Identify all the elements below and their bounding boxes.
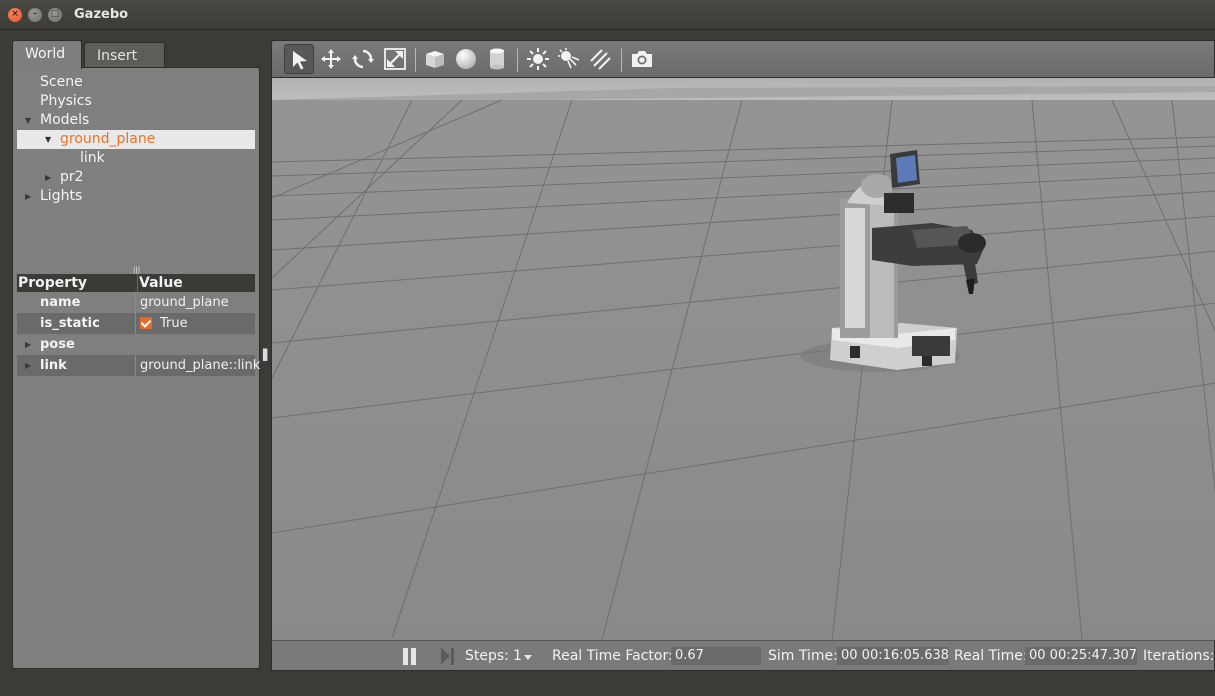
- tree-item-label: link: [80, 150, 105, 166]
- expand-right-icon[interactable]: ▶: [25, 334, 31, 355]
- toolbar-separator: [517, 48, 518, 72]
- ground-plane: [272, 100, 1215, 640]
- scale-icon: [384, 48, 406, 70]
- tree-item-pr2[interactable]: ▶ pr2: [17, 168, 255, 187]
- property-table-header: Property Value: [17, 274, 255, 292]
- sphere-icon: [456, 49, 476, 69]
- steps-label: Steps:: [465, 648, 509, 664]
- toolbar-separator: [621, 48, 622, 72]
- camera-icon: [632, 51, 652, 67]
- property-row-is-static[interactable]: is_static True: [17, 313, 255, 334]
- box-icon: [426, 51, 444, 68]
- rotate-icon: [352, 49, 374, 69]
- cylinder-icon: [490, 48, 504, 70]
- property-key: name: [40, 295, 81, 310]
- checkbox-label: True: [160, 316, 188, 331]
- sim-time-label: Sim Time:: [768, 648, 838, 664]
- tab-insert[interactable]: Insert: [84, 42, 165, 68]
- tree-item-label: Models: [40, 112, 90, 128]
- scene-render: [272, 78, 1215, 640]
- window-minimize-icon[interactable]: –: [28, 8, 42, 22]
- select-mode-button[interactable]: [284, 44, 314, 74]
- is-static-checkbox[interactable]: [140, 317, 152, 329]
- property-key: link: [40, 358, 67, 373]
- pause-icon[interactable]: [402, 648, 418, 665]
- tree-item-label: Lights: [40, 188, 83, 204]
- property-table: ||| Property Value name ground_plane is_…: [17, 267, 260, 376]
- steps-dropdown-icon[interactable]: [524, 655, 532, 660]
- insert-directional-light-button[interactable]: [585, 44, 615, 74]
- real-time-factor-field: 0.67: [671, 647, 761, 665]
- property-key: pose: [40, 337, 75, 352]
- column-header-property[interactable]: Property: [18, 274, 87, 292]
- property-row-link[interactable]: ▶ link ground_plane::link: [17, 355, 260, 376]
- point-light-icon: [527, 48, 549, 70]
- tree-item-ground-plane[interactable]: ▼ ground_plane: [17, 130, 255, 149]
- rotate-mode-button[interactable]: [348, 44, 378, 74]
- column-splitter-handle[interactable]: |||: [133, 267, 141, 274]
- tree-item-label: ground_plane: [60, 131, 156, 147]
- directional-light-icon: [590, 49, 611, 70]
- simulation-status-bar: Steps: 1 Real Time Factor: 0.67 Sim Time…: [271, 640, 1215, 671]
- spot-light-icon: [558, 48, 580, 69]
- steps-value[interactable]: 1: [513, 641, 522, 671]
- real-time-field: 00 00:25:47.307: [1025, 647, 1137, 665]
- property-value: ground_plane: [135, 292, 255, 313]
- expand-right-icon[interactable]: ▶: [25, 187, 35, 206]
- sim-time-field: 00 00:16:05.638: [837, 647, 949, 665]
- tree-item-physics[interactable]: Physics: [17, 92, 255, 111]
- insert-sphere-button[interactable]: [451, 44, 481, 74]
- tree-item-models[interactable]: ▼ Models: [17, 111, 255, 130]
- real-time-label: Real Time:: [954, 648, 1028, 664]
- property-value: ground_plane::link: [135, 355, 260, 376]
- select-arrow-icon: [293, 51, 307, 70]
- window-maximize-icon[interactable]: □: [48, 8, 62, 22]
- iterations-label: Iterations:: [1143, 648, 1215, 664]
- expand-down-icon[interactable]: ▼: [45, 130, 55, 149]
- scale-mode-button[interactable]: [380, 44, 410, 74]
- window-title: Gazebo: [74, 7, 129, 22]
- world-tree: Scene Physics ▼ Models ▼ ground_plane li…: [17, 73, 255, 206]
- translate-mode-button[interactable]: [316, 44, 346, 74]
- tree-item-label: Physics: [40, 93, 92, 109]
- tree-item-label: Scene: [40, 74, 83, 90]
- property-value: True: [135, 313, 255, 334]
- insert-box-button[interactable]: [420, 44, 450, 74]
- world-panel: Scene Physics ▼ Models ▼ ground_plane li…: [12, 67, 260, 669]
- step-forward-icon[interactable]: [440, 648, 456, 665]
- toolbar-separator: [415, 48, 416, 72]
- insert-spot-light-button[interactable]: [554, 44, 584, 74]
- expand-right-icon[interactable]: ▶: [45, 168, 55, 187]
- tab-world[interactable]: World: [12, 40, 82, 69]
- insert-cylinder-button[interactable]: [482, 44, 512, 74]
- property-row-pose[interactable]: ▶ pose: [17, 334, 255, 355]
- tree-item-lights[interactable]: ▶ Lights: [17, 187, 255, 206]
- tree-item-label: pr2: [60, 169, 84, 185]
- window-close-icon[interactable]: ×: [8, 8, 22, 22]
- column-header-value[interactable]: Value: [137, 274, 183, 292]
- insert-point-light-button[interactable]: [523, 44, 553, 74]
- window-titlebar: × – □ Gazebo: [0, 0, 1215, 30]
- panel-splitter-handle[interactable]: ▪ ▪ ▪: [262, 347, 268, 364]
- property-row-name[interactable]: name ground_plane: [17, 292, 255, 313]
- scene-viewport[interactable]: [271, 78, 1215, 640]
- real-time-factor-label: Real Time Factor:: [552, 648, 673, 664]
- expand-down-icon[interactable]: ▼: [25, 111, 35, 130]
- main-toolbar: [271, 40, 1215, 78]
- property-key: is_static: [40, 316, 100, 331]
- screenshot-button[interactable]: [627, 44, 657, 74]
- translate-icon: [321, 49, 341, 69]
- tree-item-scene[interactable]: Scene: [17, 73, 255, 92]
- tree-item-link[interactable]: link: [17, 149, 255, 168]
- expand-right-icon[interactable]: ▶: [25, 355, 31, 376]
